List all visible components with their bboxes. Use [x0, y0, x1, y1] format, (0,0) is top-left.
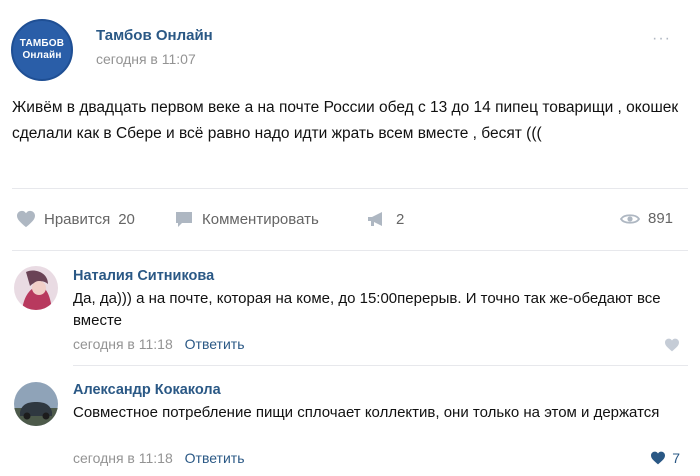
heart-icon [665, 338, 679, 352]
heart-icon [17, 210, 35, 228]
comment-meta: сегодня в 11:18 Ответить [73, 336, 245, 352]
comment-time[interactable]: сегодня в 11:18 [73, 336, 173, 352]
megaphone-icon [368, 212, 382, 226]
group-avatar[interactable]: ТАМБОВ Онлайн [11, 19, 73, 81]
comment-like-button[interactable] [664, 338, 680, 352]
like-button[interactable]: Нравится 20 [16, 210, 135, 228]
post-time[interactable]: сегодня в 11:07 [96, 51, 196, 67]
views: 891 [620, 210, 673, 227]
share-button[interactable]: 2 [366, 210, 404, 228]
views-count: 891 [648, 210, 674, 227]
eye-icon [620, 213, 640, 224]
reply-button[interactable]: Ответить [185, 450, 245, 466]
post-header: ТАМБОВ Онлайн Тамбов Онлайн сегодня в 11… [0, 0, 700, 90]
comment-label: Комментировать [202, 210, 319, 228]
avatar[interactable] [14, 382, 58, 426]
post-text: Живём в двадцать первом веке а на почте … [12, 99, 679, 142]
divider [73, 365, 688, 366]
reply-button[interactable]: Ответить [185, 336, 245, 352]
group-avatar-text-2: Онлайн [22, 50, 62, 61]
comment-meta: сегодня в 11:18 Ответить [73, 450, 245, 466]
comment-item: Наталия Ситникова Да, да))) а на почте, … [0, 260, 700, 370]
comment-author-link[interactable]: Александр Кокакола [73, 382, 221, 398]
avatar-image [14, 382, 58, 426]
comment-author-link[interactable]: Наталия Ситникова [73, 268, 214, 284]
divider [12, 188, 688, 189]
group-avatar-text: ТАМБОВ [19, 38, 65, 49]
avatar[interactable] [14, 266, 58, 310]
comment-time[interactable]: сегодня в 11:18 [73, 450, 173, 466]
divider [12, 250, 688, 251]
avatar-image [14, 266, 58, 310]
heart-icon [651, 451, 666, 465]
post-actions: Нравится 20 Комментировать 2 891 [0, 200, 700, 240]
more-options-icon[interactable]: ··· [652, 30, 671, 48]
group-name-link[interactable]: Тамбов Онлайн [96, 27, 213, 44]
like-count: 20 [118, 210, 135, 228]
comment-icon [176, 212, 192, 227]
comment-like-button[interactable]: 7 [650, 450, 680, 466]
comment-like-count: 7 [672, 450, 680, 466]
comment-text: Совместное потребление пищи сплочает кол… [73, 404, 660, 421]
share-count: 2 [396, 210, 405, 228]
like-label: Нравится [44, 210, 111, 228]
comment-button[interactable]: Комментировать [174, 210, 319, 228]
comment-text: Да, да))) а на почте, которая на коме, д… [73, 290, 661, 329]
comment-item: Александр Кокакола Совместное потреблени… [0, 372, 700, 476]
